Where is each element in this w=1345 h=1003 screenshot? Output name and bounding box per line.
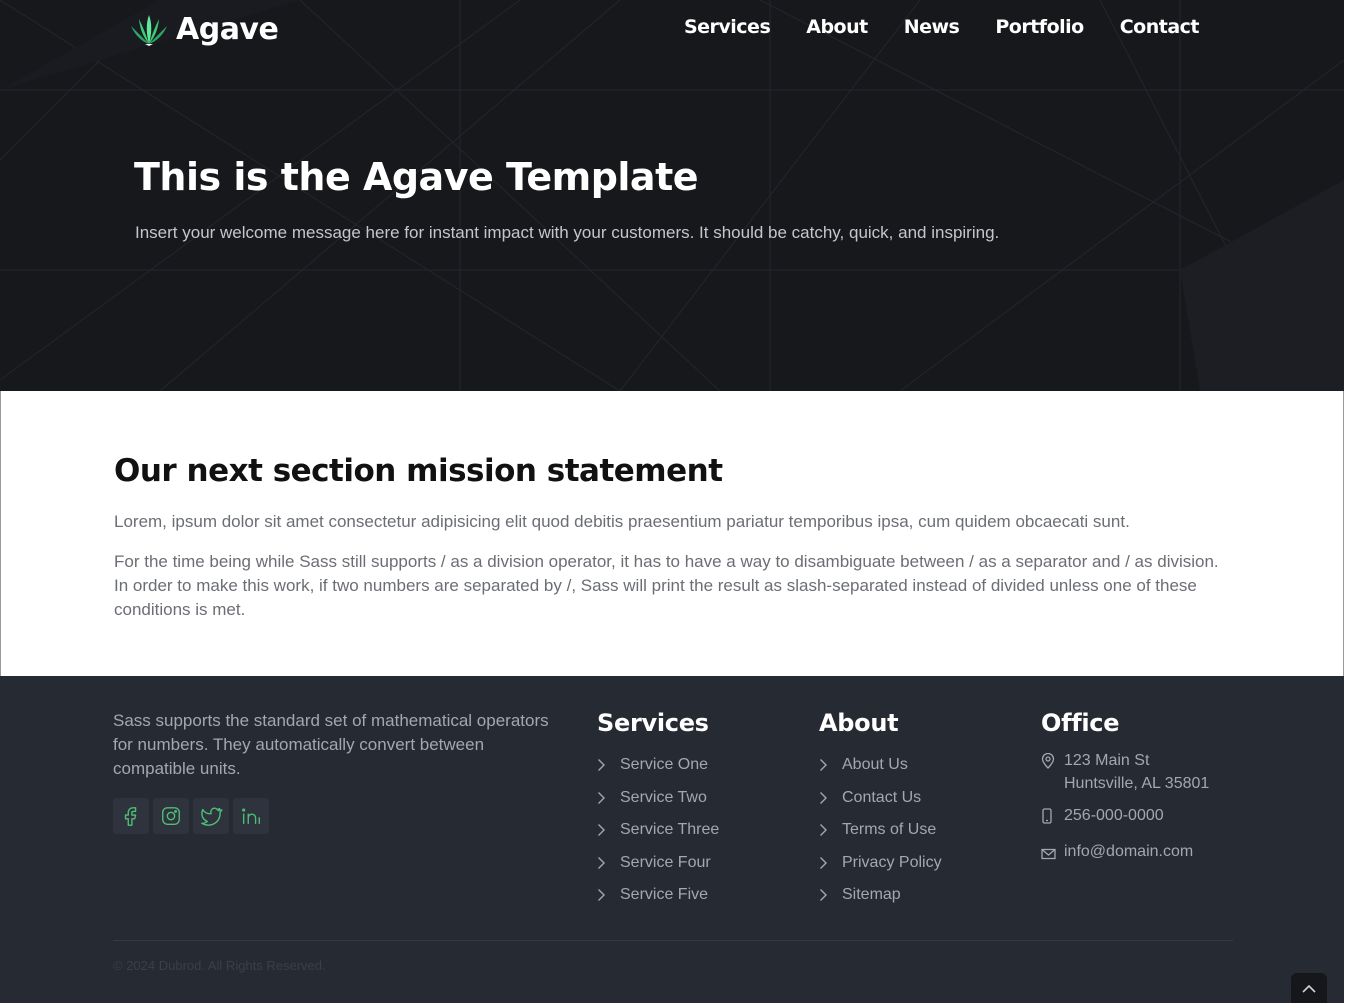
link-contact-us[interactable]: Contact Us — [842, 789, 921, 807]
footer-about-title: About — [819, 709, 899, 737]
chevron-up-icon — [1302, 984, 1316, 993]
twitter-link[interactable] — [193, 798, 229, 834]
chevron-right-icon — [820, 856, 827, 869]
nav-item-about[interactable]: About — [806, 16, 868, 38]
logo-link[interactable]: Agave — [130, 10, 279, 48]
footer-divider — [113, 940, 1233, 941]
map-pin-icon — [1041, 752, 1055, 769]
office-phone-link[interactable]: 256-000-0000 — [1064, 804, 1164, 827]
linkedin-icon — [242, 808, 260, 825]
link-terms-of-use[interactable]: Terms of Use — [842, 821, 936, 839]
social-links — [113, 798, 269, 834]
footer-services-item: Service One — [597, 749, 719, 782]
hero-subtitle: Insert your welcome message here for ins… — [135, 223, 1000, 242]
office-email-link[interactable]: info@domain.com — [1064, 840, 1193, 863]
link-service-one[interactable]: Service One — [620, 756, 708, 774]
chevron-right-icon — [820, 889, 827, 902]
nav-item-services[interactable]: Services — [684, 16, 771, 38]
link-privacy-policy[interactable]: Privacy Policy — [842, 854, 942, 872]
office-address-line2: Huntsville, AL 35801 — [1064, 775, 1210, 792]
mission-paragraph-1: Lorem, ipsum dolor sit amet consectetur … — [114, 512, 1130, 531]
office-address-line1: 123 Main St — [1064, 752, 1150, 769]
link-service-five[interactable]: Service Five — [620, 886, 708, 904]
nav-item-contact[interactable]: Contact — [1120, 16, 1200, 38]
hero-section: Agave Services About News Portfolio Cont… — [0, 0, 1344, 391]
copyright-text: © 2024 Dubrod. All Rights Reserved. — [113, 958, 326, 973]
chevron-right-icon — [598, 759, 605, 772]
facebook-link[interactable] — [113, 798, 149, 834]
footer-services-title: Services — [597, 709, 709, 737]
chevron-right-icon — [598, 889, 605, 902]
chevron-right-icon — [820, 824, 827, 837]
footer-office-column: Office 123 Main St Huntsville, AL 35801 2… — [1041, 709, 1209, 876]
office-address: 123 Main St Huntsville, AL 35801 — [1041, 749, 1209, 795]
mission-section: Our next section mission statement Lorem… — [0, 391, 1344, 676]
link-service-two[interactable]: Service Two — [620, 789, 707, 807]
instagram-link[interactable] — [153, 798, 189, 834]
instagram-icon — [162, 807, 180, 825]
mission-paragraph-2: For the time being while Sass still supp… — [114, 552, 1219, 619]
footer-services-item: Service Four — [597, 847, 719, 880]
mission-title: Our next section mission statement — [114, 453, 723, 489]
link-sitemap[interactable]: Sitemap — [842, 886, 901, 904]
footer-about-item: Privacy Policy — [819, 847, 942, 880]
chevron-right-icon — [598, 856, 605, 869]
footer-about-text: Sass supports the standard set of mathem… — [113, 711, 549, 778]
footer-about-item: About Us — [819, 749, 942, 782]
envelope-icon — [1041, 848, 1056, 860]
chevron-right-icon — [598, 824, 605, 837]
footer-services-item: Service Two — [597, 782, 719, 815]
footer-services-item: Service Five — [597, 879, 719, 912]
linkedin-link[interactable] — [233, 798, 269, 834]
footer-about-column: About About Us Contact Us Terms of Use P… — [819, 709, 942, 912]
site-footer: Sass supports the standard set of mathem… — [0, 676, 1344, 1003]
nav-item-portfolio[interactable]: Portfolio — [995, 16, 1084, 38]
footer-about-item: Contact Us — [819, 782, 942, 815]
chevron-right-icon — [820, 759, 827, 772]
chevron-right-icon — [820, 791, 827, 804]
link-service-three[interactable]: Service Three — [620, 821, 719, 839]
agave-logo-icon — [131, 15, 167, 46]
logo-text: Agave — [176, 11, 279, 47]
link-service-four[interactable]: Service Four — [620, 854, 711, 872]
chevron-right-icon — [598, 791, 605, 804]
back-to-top-button[interactable] — [1291, 973, 1327, 1003]
main-nav: Services About News Portfolio Contact — [684, 16, 1200, 38]
office-phone: 256-000-0000 — [1041, 804, 1209, 831]
nav-item-news[interactable]: News — [904, 16, 960, 38]
link-about-us[interactable]: About Us — [842, 756, 908, 774]
footer-office-title: Office — [1041, 709, 1120, 737]
facebook-icon — [124, 807, 137, 826]
phone-icon — [1042, 808, 1052, 824]
footer-services-column: Services Service One Service Two Service… — [597, 709, 719, 912]
hero-title: This is the Agave Template — [134, 155, 699, 199]
twitter-icon — [201, 807, 223, 826]
footer-about-item: Sitemap — [819, 879, 942, 912]
office-email: info@domain.com — [1041, 840, 1209, 867]
footer-about-item: Terms of Use — [819, 814, 942, 847]
footer-services-item: Service Three — [597, 814, 719, 847]
